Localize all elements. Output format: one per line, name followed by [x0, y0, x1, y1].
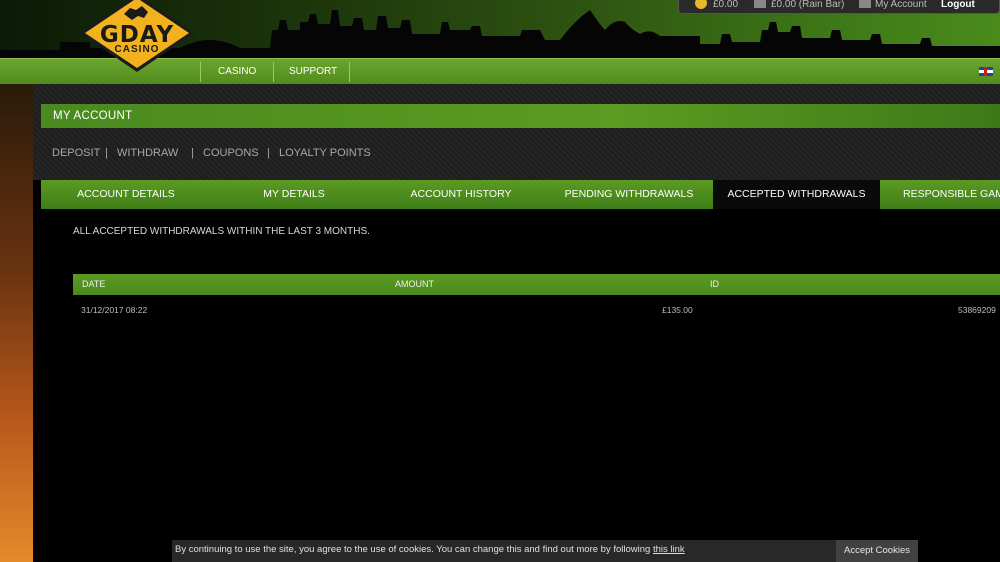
- cookie-policy-link[interactable]: this link: [653, 544, 685, 555]
- cookie-banner: By continuing to use the site, you agree…: [172, 540, 918, 562]
- my-account-bar: MY ACCOUNT: [41, 104, 1000, 128]
- subnav-separator: |: [267, 147, 270, 159]
- nav-divider: [200, 62, 201, 82]
- row-amount: £135.00: [662, 305, 693, 315]
- tab-account-history[interactable]: ACCOUNT HISTORY: [377, 180, 545, 209]
- subnav-separator: |: [105, 147, 108, 159]
- accept-cookies-button[interactable]: Accept Cookies: [836, 540, 918, 562]
- coin-icon: [695, 0, 707, 9]
- logo-subtitle: CASINO: [114, 44, 160, 55]
- account-topbar: £0.00 £0.00 (Rain Bar) My Account Logout: [678, 0, 1000, 14]
- left-decoration: [0, 84, 33, 562]
- withdrawals-description: ALL ACCEPTED WITHDRAWALS WITHIN THE LAST…: [73, 226, 370, 237]
- column-header-date: DATE: [82, 279, 106, 289]
- account-header-panel: [33, 84, 1000, 180]
- column-header-amount: AMOUNT: [395, 279, 434, 289]
- withdraw-link[interactable]: WITHDRAW: [117, 147, 178, 159]
- user-icon: [859, 0, 871, 8]
- tab-responsible-gaming[interactable]: RESPONSIBLE GAMING: [887, 180, 1000, 209]
- coupons-link[interactable]: COUPONS: [203, 147, 259, 159]
- account-tabs: ACCOUNT DETAILS MY DETAILS ACCOUNT HISTO…: [41, 180, 1000, 209]
- gift-icon: [754, 0, 766, 8]
- my-account-link[interactable]: My Account: [875, 0, 927, 10]
- tab-pending-withdrawals[interactable]: PENDING WITHDRAWALS: [545, 180, 713, 209]
- nav-support[interactable]: SUPPORT: [289, 66, 337, 77]
- nav-casino[interactable]: CASINO: [218, 66, 256, 77]
- page-title: MY ACCOUNT: [53, 110, 133, 122]
- tab-my-details[interactable]: MY DETAILS: [211, 180, 377, 209]
- cookie-text: By continuing to use the site, you agree…: [175, 544, 651, 555]
- cookie-message: By continuing to use the site, you agree…: [175, 544, 685, 555]
- loyalty-points-link[interactable]: LOYALTY POINTS: [279, 147, 371, 159]
- uk-flag-icon[interactable]: [979, 67, 993, 76]
- row-id: 53869209: [958, 305, 996, 315]
- row-date: 31/12/2017 08:22: [81, 305, 148, 315]
- gday-casino-logo[interactable]: GDAY CASINO: [78, 0, 196, 74]
- subnav-separator: |: [191, 147, 194, 159]
- deposit-link[interactable]: DEPOSIT: [52, 147, 100, 159]
- logout-link[interactable]: Logout: [941, 0, 975, 10]
- nav-divider: [349, 62, 350, 82]
- nav-divider: [273, 62, 274, 82]
- tab-account-details[interactable]: ACCOUNT DETAILS: [41, 180, 211, 209]
- column-header-id: ID: [710, 279, 719, 289]
- tab-accepted-withdrawals[interactable]: ACCEPTED WITHDRAWALS: [713, 180, 880, 209]
- balance-value[interactable]: £0.00: [713, 0, 738, 10]
- withdrawals-table-header: DATE AMOUNT ID: [73, 274, 1000, 295]
- bonus-value[interactable]: £0.00 (Rain Bar): [771, 0, 844, 10]
